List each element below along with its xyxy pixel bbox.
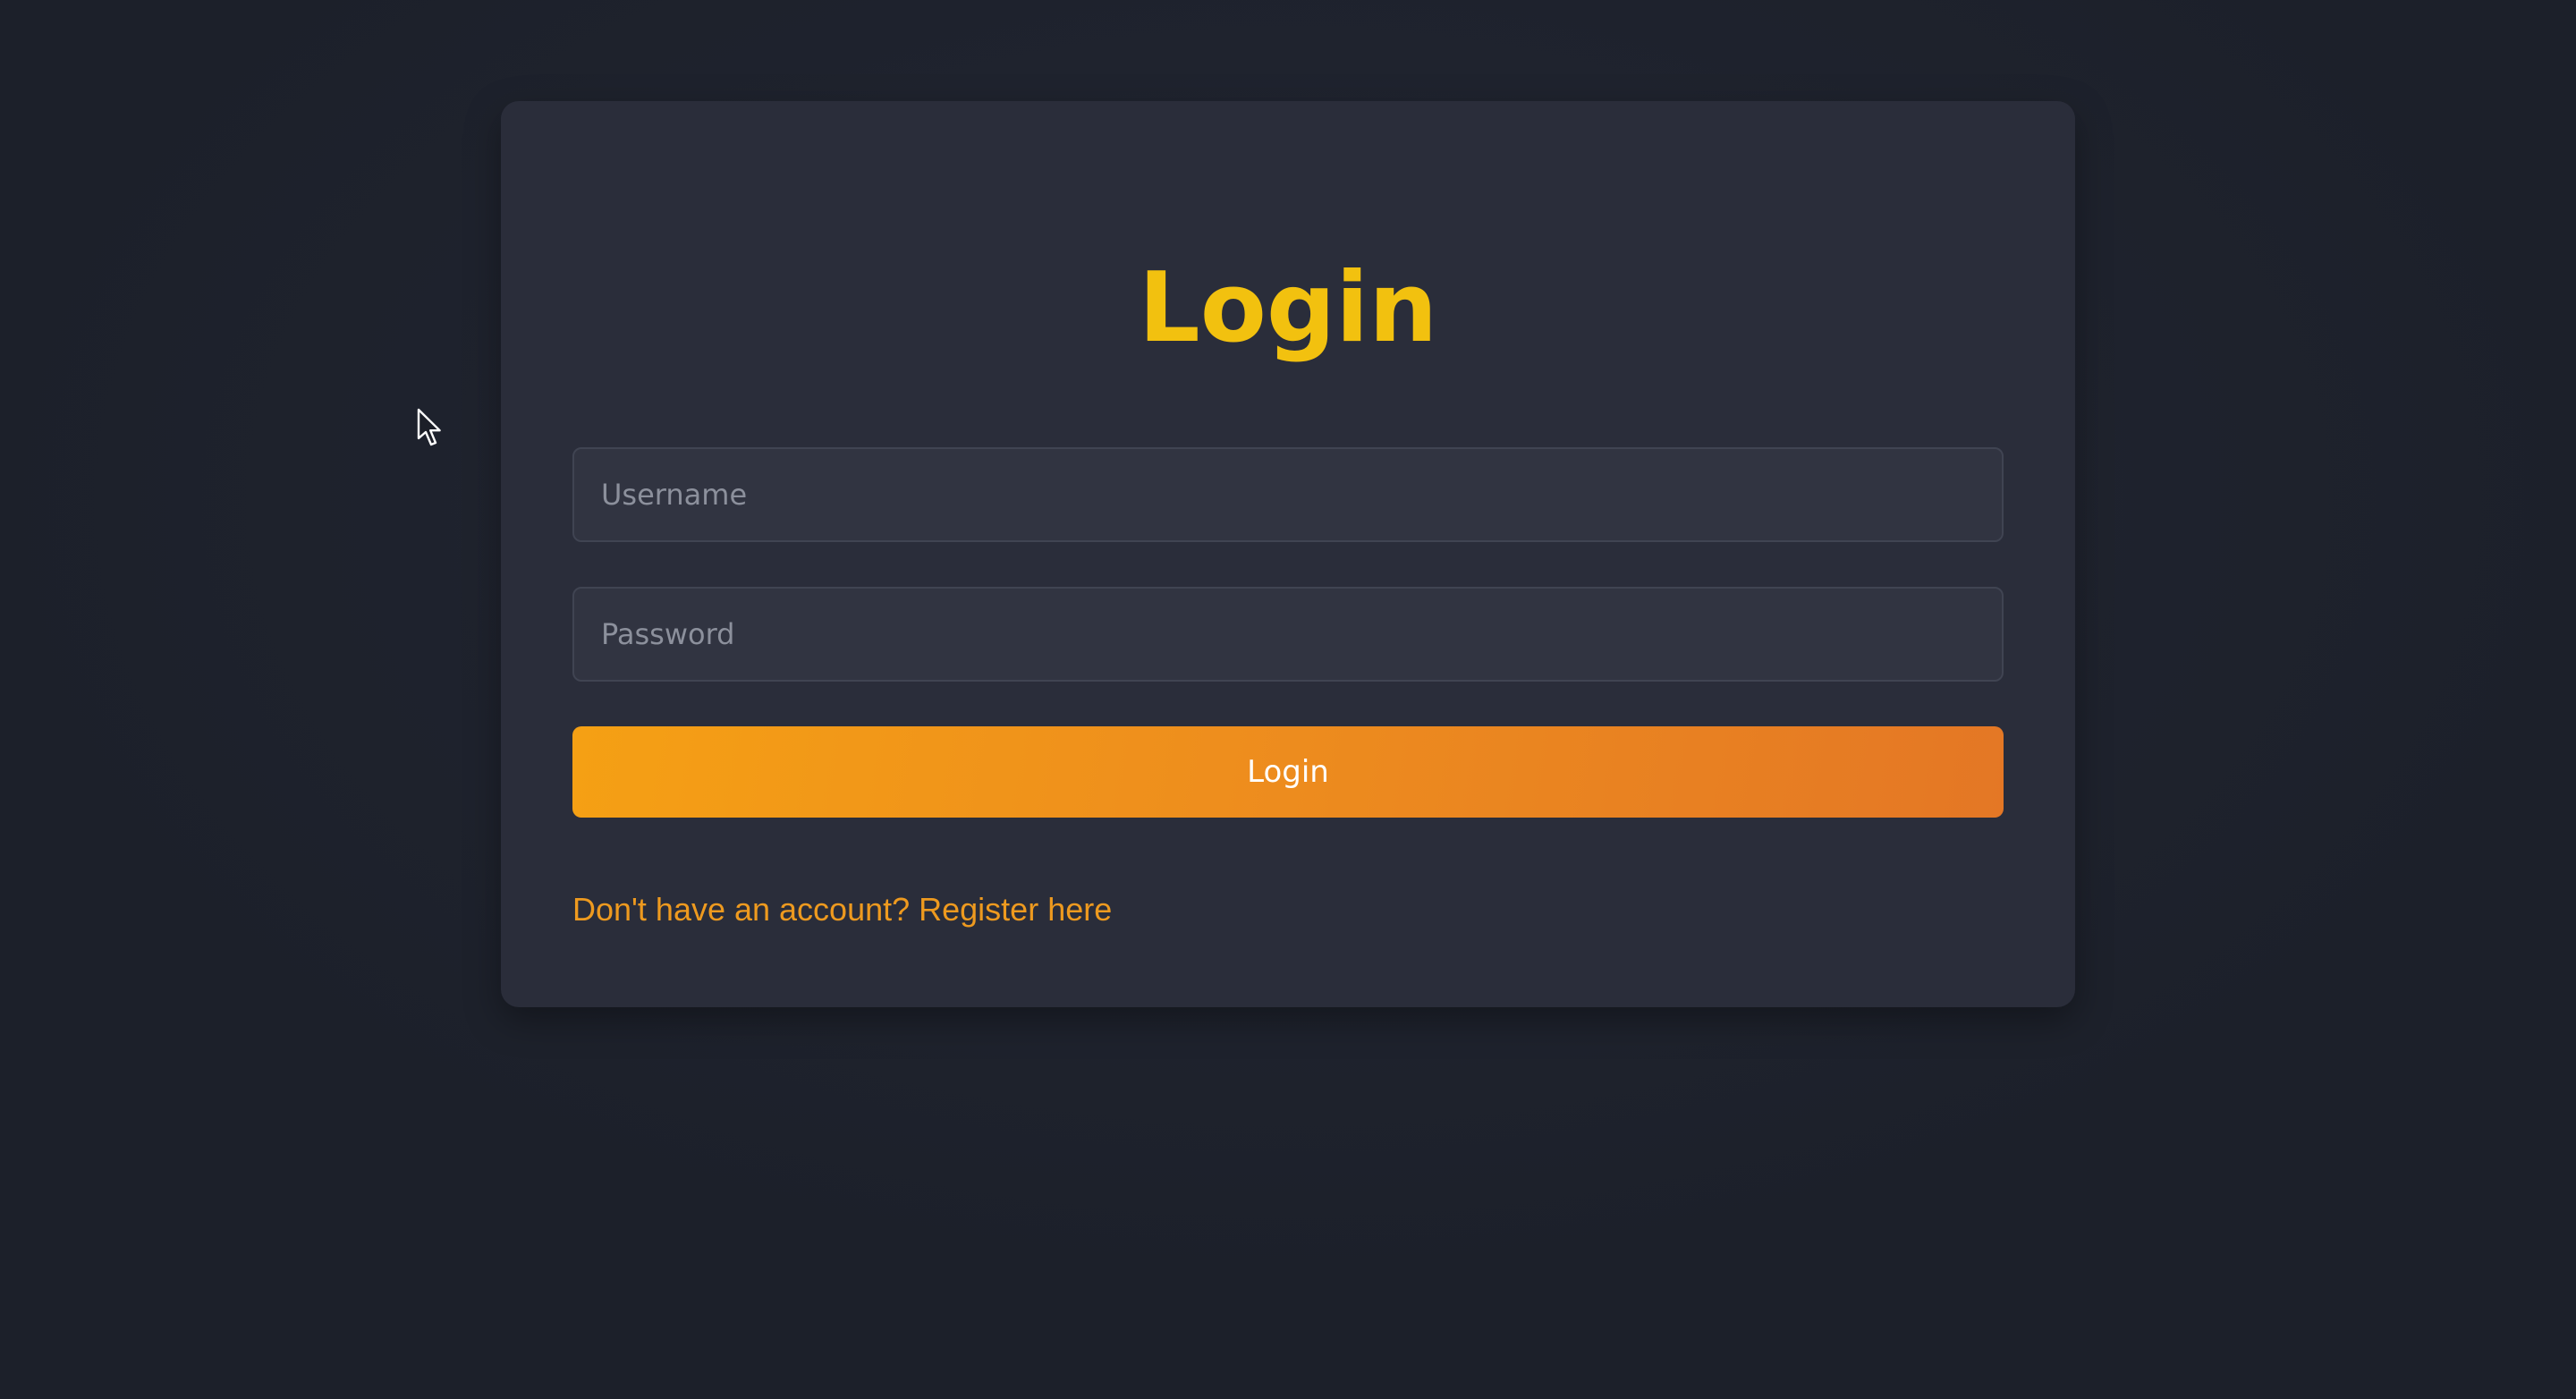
login-card: Login Login Don't have an account? Regis… [501, 101, 2075, 1007]
mouse-pointer-icon [417, 408, 441, 446]
password-input[interactable] [572, 587, 2004, 682]
login-button[interactable]: Login [572, 726, 2004, 818]
username-input[interactable] [572, 447, 2004, 542]
page-title: Login [1138, 252, 1438, 364]
register-link[interactable]: Don't have an account? Register here [572, 890, 1112, 928]
